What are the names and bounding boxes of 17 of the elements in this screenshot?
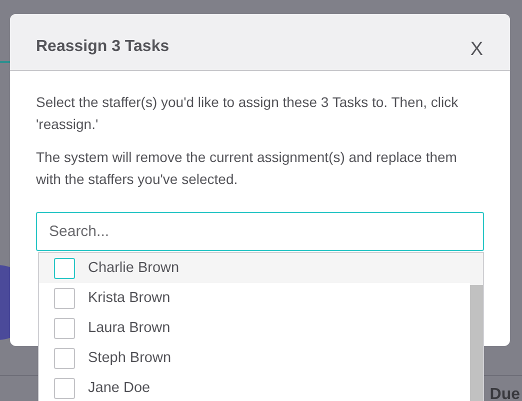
scrollbar-thumb[interactable] (470, 285, 483, 401)
staffer-option[interactable]: Charlie Brown (39, 253, 470, 283)
column-header: Due (490, 386, 521, 401)
staffer-option[interactable]: Laura Brown (39, 313, 470, 343)
modal-title: Reassign 3 Tasks (36, 38, 170, 56)
search-field[interactable]: Search... (36, 212, 484, 251)
instruction-text: Select the staffer(s) you'd like to assign these 3 Tasks to. Then, click 'reassign.' (36, 93, 460, 134)
staffer-option[interactable]: Jane Doe (39, 373, 470, 401)
close-button[interactable]: X (470, 39, 483, 61)
checkbox[interactable] (54, 258, 75, 278)
checkbox[interactable] (54, 318, 75, 338)
checkbox[interactable] (54, 378, 75, 398)
instruction-text: The system will remove the current assignment(s) and replace them with the staffers you've selected. (36, 148, 458, 189)
checkbox[interactable] (54, 348, 75, 368)
staffer-option[interactable]: Steph Brown (39, 343, 470, 373)
checkbox[interactable] (54, 288, 75, 308)
staffer-option[interactable]: Krista Brown (39, 283, 470, 313)
